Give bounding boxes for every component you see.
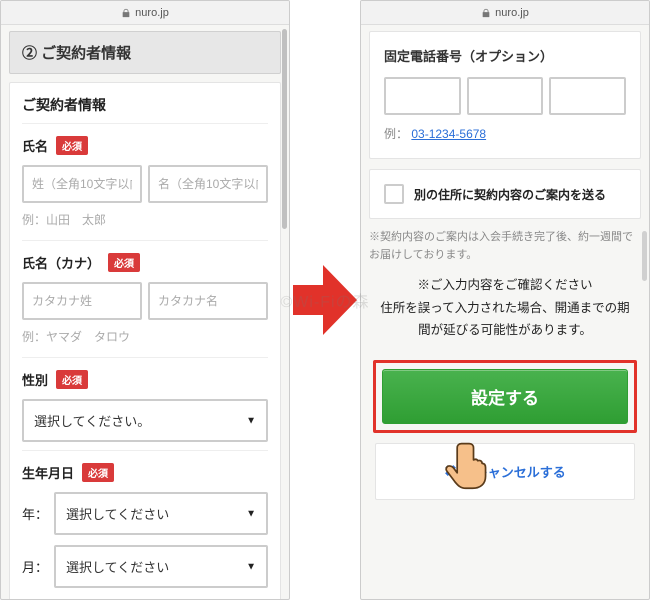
lock-icon xyxy=(481,8,491,18)
alt-address-checkbox-row[interactable]: 別の住所に契約内容のご案内を送る xyxy=(384,184,626,204)
cancel-button[interactable]: ✖ キャンセルする xyxy=(444,462,566,481)
warning-line1: ※ご入力内容をご確認ください xyxy=(377,274,633,297)
last-name-input[interactable] xyxy=(22,165,142,203)
cancel-block: ✖ キャンセルする xyxy=(375,443,635,501)
birth-month-value: 選択してください xyxy=(56,547,266,586)
url-bar: nuro.jp xyxy=(1,1,289,25)
first-name-input[interactable] xyxy=(148,165,268,203)
chevron-down-icon: ▼ xyxy=(246,415,256,426)
lock-icon xyxy=(121,8,131,18)
gender-select[interactable]: 選択してください。 ▼ xyxy=(22,399,268,442)
field-group-name: 氏名 必須 例：山田 太郎 xyxy=(22,123,268,240)
chevron-down-icon: ▼ xyxy=(246,508,256,519)
panel-title: ご契約者情報 xyxy=(22,95,268,115)
close-icon: ✖ xyxy=(444,462,457,480)
alt-address-panel: 別の住所に契約内容のご案内を送る xyxy=(369,169,641,219)
field-group-gender: 性別 必須 選択してください。 ▼ xyxy=(22,357,268,450)
last-name-kana-input[interactable] xyxy=(22,282,142,320)
landline-input-1[interactable] xyxy=(384,77,461,115)
left-screen: nuro.jp ② ご契約者情報 ご契約者情報 氏名 必須 例：山田 太郎 xyxy=(0,0,290,600)
birth-month-select[interactable]: 選択してください ▼ xyxy=(54,545,268,588)
landline-panel: 固定電話番号（オプション） 例： 03-1234-5678 xyxy=(369,31,641,159)
landline-input-3[interactable] xyxy=(549,77,626,115)
url-text: nuro.jp xyxy=(135,7,169,19)
alt-address-note: ※契約内容のご案内は入会手続き完了後、約一週間でお届けしております。 xyxy=(369,229,641,264)
submit-button[interactable]: 設定する xyxy=(382,369,628,424)
birth-year-select[interactable]: 選択してください ▼ xyxy=(54,492,268,535)
section-title: ② ご契約者情報 xyxy=(9,31,281,74)
contractor-info-panel: ご契約者情報 氏名 必須 例：山田 太郎 氏名（カナ xyxy=(9,82,281,599)
landline-example-link[interactable]: 03-1234-5678 xyxy=(411,127,486,141)
warning-line2: 住所を誤って入力された場合、開通までの期間が延びる可能性があります。 xyxy=(377,297,633,342)
month-prefix: 月： xyxy=(22,557,46,576)
url-text: nuro.jp xyxy=(495,7,529,19)
arrow-column xyxy=(290,0,360,600)
alt-address-checkbox[interactable] xyxy=(384,184,404,204)
name-label: 氏名 xyxy=(22,136,48,155)
right-screen: nuro.jp 固定電話番号（オプション） 例： 03-1234-5678 xyxy=(360,0,650,600)
alt-address-label: 別の住所に契約内容のご案内を送る xyxy=(414,186,606,203)
name-example: 例：山田 太郎 xyxy=(22,211,268,228)
first-name-kana-input[interactable] xyxy=(148,282,268,320)
landline-input-2[interactable] xyxy=(467,77,544,115)
birth-label: 生年月日 xyxy=(22,463,74,482)
required-badge: 必須 xyxy=(56,370,88,389)
required-badge: 必須 xyxy=(56,136,88,155)
birth-year-value: 選択してください xyxy=(56,494,266,533)
gender-select-value: 選択してください。 xyxy=(24,401,266,440)
landline-example: 例： 03-1234-5678 xyxy=(384,125,626,142)
submit-highlight-box: 設定する xyxy=(373,360,637,433)
gender-label: 性別 xyxy=(22,370,48,389)
confirm-warning: ※ご入力内容をご確認ください 住所を誤って入力された場合、開通までの期間が延びる… xyxy=(369,264,641,356)
required-badge: 必須 xyxy=(82,463,114,482)
kana-example: 例：ヤマダ タロウ xyxy=(22,328,268,345)
year-prefix: 年： xyxy=(22,504,46,523)
arrow-right-icon xyxy=(293,265,357,335)
field-group-kana: 氏名（カナ） 必須 例：ヤマダ タロウ xyxy=(22,240,268,357)
cancel-label: キャンセルする xyxy=(475,462,566,481)
field-group-birth: 生年月日 必須 年： 選択してください ▼ 月： 選択してください xyxy=(22,450,268,599)
kana-label: 氏名（カナ） xyxy=(22,253,100,272)
url-bar: nuro.jp xyxy=(361,1,649,25)
landline-title: 固定電話番号（オプション） xyxy=(384,46,626,65)
required-badge: 必須 xyxy=(108,253,140,272)
chevron-down-icon: ▼ xyxy=(246,561,256,572)
